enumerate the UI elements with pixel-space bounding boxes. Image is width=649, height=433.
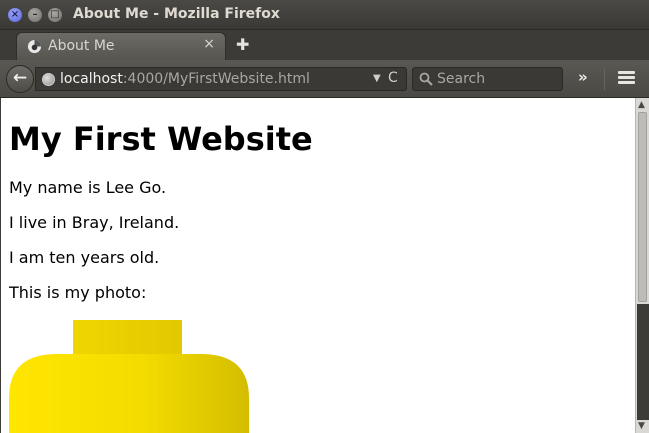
scroll-up-icon[interactable]: ▲ bbox=[638, 100, 645, 110]
firefox-tab-icon bbox=[27, 39, 42, 54]
page-heading: My First Website bbox=[9, 120, 313, 158]
hamburger-menu-icon[interactable] bbox=[618, 71, 635, 85]
maximize-icon[interactable]: □ bbox=[48, 8, 62, 22]
url-text[interactable]: localhost:4000/MyFirstWebsite.html bbox=[60, 71, 310, 87]
navigation-toolbar: localhost:4000/MyFirstWebsite.html ▼ C ←… bbox=[0, 60, 649, 98]
url-bar[interactable]: localhost:4000/MyFirstWebsite.html ▼ C bbox=[35, 67, 407, 91]
paragraph-location: I live in Bray, Ireland. bbox=[9, 213, 180, 232]
paragraph-name: My name is Lee Go. bbox=[9, 178, 167, 197]
vertical-scrollbar[interactable]: ▲ ▼ bbox=[635, 98, 649, 433]
overflow-chevron-icon[interactable]: » bbox=[578, 68, 588, 86]
page-content: My First Website My name is Lee Go. I li… bbox=[1, 98, 635, 433]
paragraph-age: I am ten years old. bbox=[9, 248, 160, 267]
search-input[interactable]: Search bbox=[412, 67, 563, 91]
window-titlebar: × – □ About Me - Mozilla Firefox bbox=[0, 0, 649, 30]
search-placeholder: Search bbox=[437, 71, 486, 87]
scrollbar-track bbox=[637, 304, 649, 420]
tab-close-icon[interactable]: × bbox=[203, 36, 215, 52]
plus-icon[interactable]: ✚ bbox=[236, 35, 249, 54]
tab-about-me[interactable]: About Me × bbox=[16, 32, 226, 60]
tab-label: About Me bbox=[48, 38, 115, 54]
url-host: localhost bbox=[60, 71, 123, 87]
minimize-icon[interactable]: – bbox=[28, 8, 42, 22]
reload-icon[interactable]: C bbox=[388, 70, 398, 86]
photo-image bbox=[9, 320, 249, 433]
back-arrow-icon[interactable]: ← bbox=[6, 65, 34, 93]
globe-icon bbox=[42, 73, 55, 86]
search-icon bbox=[419, 72, 433, 86]
dropdown-arrow-icon[interactable]: ▼ bbox=[373, 73, 381, 84]
close-icon[interactable]: × bbox=[8, 8, 22, 22]
toolbar-separator bbox=[604, 68, 605, 90]
url-path: :4000/MyFirstWebsite.html bbox=[122, 71, 310, 87]
scrollbar-thumb[interactable] bbox=[638, 112, 647, 302]
scroll-down-icon[interactable]: ▼ bbox=[638, 421, 645, 431]
window-title: About Me - Mozilla Firefox bbox=[73, 6, 280, 22]
tab-strip: About Me × ✚ bbox=[0, 30, 649, 60]
paragraph-photo-caption: This is my photo: bbox=[9, 283, 147, 302]
